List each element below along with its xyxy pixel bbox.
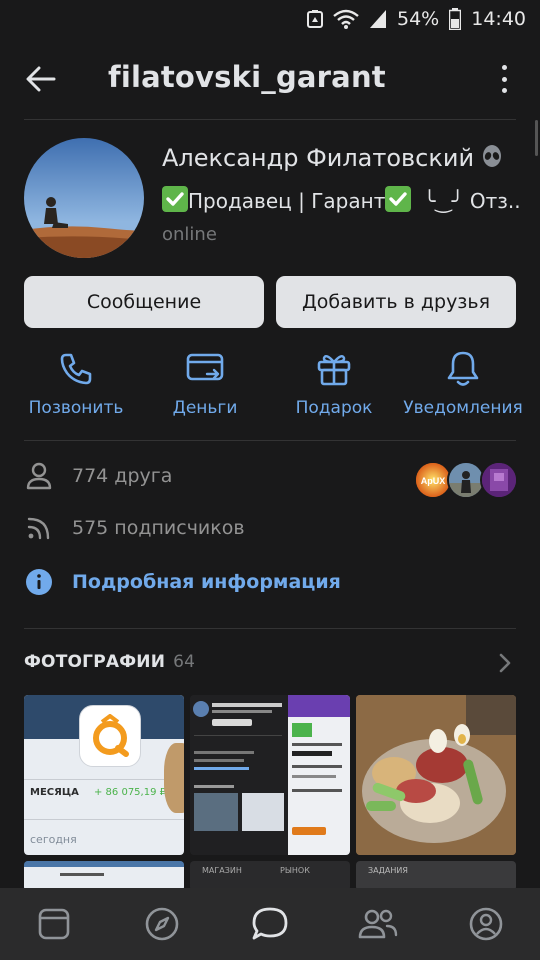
photos-count: 64 bbox=[173, 652, 196, 672]
discover-icon[interactable] bbox=[142, 904, 182, 944]
profile-name-text: Александр Филатовский bbox=[162, 144, 475, 172]
friend-avatars[interactable]: ApUX bbox=[414, 461, 518, 499]
call-label: Позвонить bbox=[28, 398, 124, 418]
online-status: online bbox=[162, 224, 217, 245]
add-friend-button[interactable]: Добавить в друзья bbox=[276, 276, 516, 328]
call-action[interactable]: Позвонить bbox=[29, 346, 123, 418]
photos-header[interactable]: ФОТОГРАФИИ 64 bbox=[24, 652, 195, 672]
app-logo bbox=[79, 705, 141, 767]
wifi-icon bbox=[333, 9, 359, 29]
recycle-notification-icon bbox=[307, 10, 323, 28]
section-divider bbox=[24, 440, 516, 441]
back-arrow-icon[interactable] bbox=[22, 62, 60, 96]
rss-icon bbox=[24, 516, 54, 540]
phone-icon bbox=[58, 346, 94, 392]
person-icon bbox=[24, 462, 54, 490]
action-bar: Позвонить Деньги Подарок Уведомления bbox=[0, 346, 540, 426]
battery-icon bbox=[449, 8, 462, 30]
profile-icon[interactable] bbox=[466, 904, 506, 944]
chevron-right-icon[interactable] bbox=[498, 652, 512, 678]
money-action[interactable]: Деньги bbox=[170, 346, 240, 418]
photo-thumbnail[interactable] bbox=[356, 695, 516, 855]
profile-status: Продавец | Гарант ╰‿╯ Отз... bbox=[162, 186, 522, 217]
photo-text-shop: МАГАЗИН bbox=[202, 866, 242, 875]
profile-name: Александр Филатовский bbox=[162, 144, 504, 175]
check-mark-emoji-icon bbox=[385, 186, 412, 217]
more-vertical-icon[interactable] bbox=[494, 60, 514, 98]
friends-icon[interactable] bbox=[358, 904, 398, 944]
messages-icon[interactable] bbox=[250, 904, 290, 944]
alien-emoji-icon bbox=[480, 145, 504, 175]
friend-avatar bbox=[480, 461, 518, 499]
signal-icon bbox=[369, 9, 387, 29]
gift-icon bbox=[316, 346, 352, 392]
details-link[interactable]: Подробная информация bbox=[24, 568, 341, 596]
header-divider bbox=[24, 119, 516, 120]
bottom-navigation bbox=[0, 888, 540, 960]
notifications-label: Уведомления bbox=[403, 398, 523, 418]
photo-text-market: РЫНОК bbox=[280, 866, 310, 875]
notifications-action[interactable]: Уведомления bbox=[403, 346, 523, 418]
status-seller-text: Продавец | Гарант bbox=[188, 189, 386, 213]
details-label: Подробная информация bbox=[72, 571, 341, 593]
status-bar: 54% 14:40 bbox=[0, 0, 540, 38]
subscribers-count: 575 подписчиков bbox=[72, 517, 245, 539]
clock: 14:40 bbox=[471, 8, 526, 30]
battery-percent: 54% bbox=[397, 8, 440, 30]
photo-text-month: МЕСЯЦА bbox=[30, 787, 79, 798]
friends-count: 774 друга bbox=[72, 465, 173, 487]
news-icon[interactable] bbox=[34, 904, 74, 944]
page-title: filatovski_garant bbox=[108, 60, 386, 94]
photo-thumbnail[interactable]: МАГАЗИН РЫНОК bbox=[190, 861, 350, 891]
friend-badge-text: ApUX bbox=[421, 476, 446, 486]
gift-label: Подарок bbox=[295, 398, 373, 418]
profile-header: filatovski_garant bbox=[0, 38, 540, 120]
message-button[interactable]: Сообщение bbox=[24, 276, 264, 328]
photos-title: ФОТОГРАФИИ bbox=[24, 652, 166, 672]
photo-text-today: сегодня bbox=[30, 833, 77, 846]
scrollbar[interactable] bbox=[535, 120, 538, 156]
avatar[interactable] bbox=[24, 138, 144, 258]
photo-thumbnail[interactable]: МЕСЯЦА + 86 075,19 ₽ сегодня bbox=[24, 695, 184, 855]
section-divider bbox=[24, 628, 516, 629]
money-transfer-icon bbox=[185, 346, 225, 392]
gift-action[interactable]: Подарок bbox=[295, 346, 373, 418]
photo-thumbnail[interactable] bbox=[24, 861, 184, 891]
photo-thumbnail[interactable]: ЗАДАНИЯ bbox=[356, 861, 516, 891]
friends-row[interactable]: 774 друга bbox=[24, 462, 172, 490]
info-icon bbox=[24, 568, 54, 596]
photo-thumbnail[interactable] bbox=[190, 695, 350, 855]
bell-icon bbox=[445, 346, 481, 392]
check-mark-emoji-icon bbox=[162, 186, 188, 217]
money-label: Деньги bbox=[172, 398, 238, 418]
photo-text-tasks: ЗАДАНИЯ bbox=[368, 866, 408, 875]
photo-text-amount: + 86 075,19 ₽ bbox=[94, 787, 166, 798]
status-tail-text: ╰‿╯ Отз... bbox=[423, 189, 522, 213]
subscribers-row[interactable]: 575 подписчиков bbox=[24, 516, 245, 540]
